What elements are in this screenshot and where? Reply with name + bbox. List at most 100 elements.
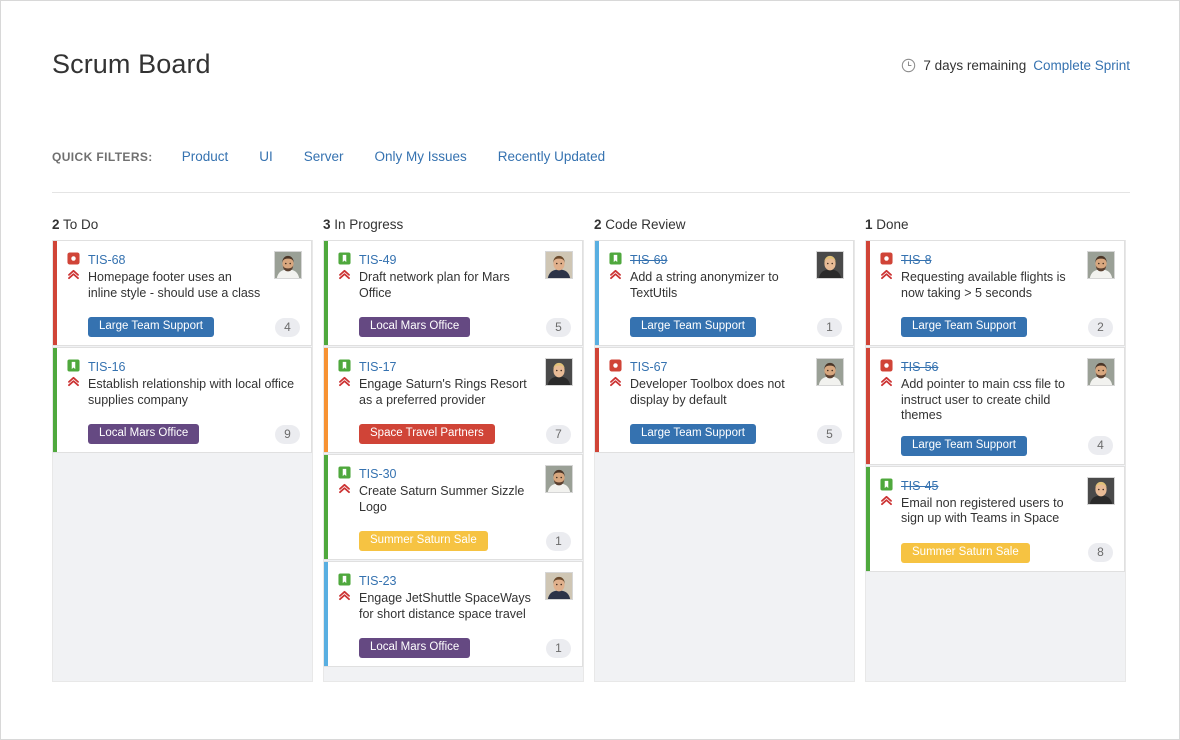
card-icon-stack [608,251,623,281]
story-point-estimate: 1 [817,318,842,337]
avatar[interactable] [545,572,573,600]
card-body: TIS-68Homepage footer uses an inline sty… [57,241,311,345]
issue-key-link[interactable]: TIS-68 [88,252,126,268]
issue-key-link[interactable]: TIS-56 [901,359,939,375]
epic-label[interactable]: Local Mars Office [88,424,199,444]
avatar[interactable] [816,358,844,386]
avatar[interactable] [816,251,844,279]
card-text-block: TIS-56 Add pointer to main css file to in… [901,358,1076,424]
board-column-code-review: 2 Code ReviewTIS-69Add a string anonymiz… [594,209,865,682]
issue-card[interactable]: TIS-17Engage Saturn's Rings Resort as a … [324,347,583,453]
avatar[interactable] [1087,477,1115,505]
quick-filter-product[interactable]: Product [182,149,229,164]
issue-card[interactable]: TIS-45Email non registered users to sign… [866,466,1125,572]
priority-highest-icon [609,375,622,388]
quick-filter-only-my-issues[interactable]: Only My Issues [375,149,467,164]
column-card-list[interactable]: TIS-69Add a string anonymizer to TextUti… [594,240,855,682]
epic-label[interactable]: Large Team Support [901,317,1027,337]
epic-label[interactable]: Summer Saturn Sale [901,543,1030,563]
column-name: Done [873,217,909,232]
avatar[interactable] [545,251,573,279]
issue-card[interactable]: TIS-16 Establish relationship with local … [53,347,312,453]
issue-card[interactable]: TIS-49Draft network plan for Mars Office… [324,240,583,346]
epic-label[interactable]: Space Travel Partners [359,424,495,444]
epic-label[interactable]: Large Team Support [901,436,1027,456]
issue-card[interactable]: TIS-30Create Saturn Summer Sizzle LogoSu… [324,454,583,560]
bug-icon [880,252,893,265]
card-icon-stack [337,251,352,281]
story-point-estimate: 4 [275,318,300,337]
epic-label[interactable]: Large Team Support [630,317,756,337]
avatar[interactable] [545,358,573,386]
issue-key-link[interactable]: TIS-23 [359,573,397,589]
quick-filter-ui[interactable]: UI [259,149,273,164]
epic-label[interactable]: Local Mars Office [359,638,470,658]
story-icon [338,359,351,372]
column-card-list[interactable]: TIS-8Requesting available flights is now… [865,240,1126,682]
avatar[interactable] [1087,251,1115,279]
column-header: 2 Code Review [594,209,855,240]
issue-key-link[interactable]: TIS-30 [359,466,397,482]
column-card-list[interactable]: TIS-68Homepage footer uses an inline sty… [52,240,313,682]
issue-card[interactable]: TIS-56 Add pointer to main css file to in… [866,347,1125,465]
issue-key-link[interactable]: TIS-49 [359,252,397,268]
column-issue-count: 3 [323,217,331,232]
card-body: TIS-45Email non registered users to sign… [870,467,1124,571]
epic-label[interactable]: Summer Saturn Sale [359,531,488,551]
priority-highest-icon [67,375,80,388]
card-body: TIS-16 Establish relationship with local … [57,348,311,452]
column-header: 3 In Progress [323,209,584,240]
days-remaining-text: 7 days remaining [923,58,1026,73]
epic-label[interactable]: Large Team Support [630,424,756,444]
card-text-block: TIS-17Engage Saturn's Rings Resort as a … [359,358,534,408]
board-column-to-do: 2 To Do TIS-68Homepage footer uses an inl… [52,209,323,682]
card-text-block: TIS-49Draft network plan for Mars Office [359,251,534,301]
card-top-row: TIS-23 Engage JetShuttle SpaceWays for sh… [337,572,573,622]
avatar[interactable] [1087,358,1115,386]
avatar[interactable] [274,251,302,279]
priority-highest-icon [880,268,893,281]
card-icon-stack [879,251,894,281]
card-bottom-row: Large Team Support5 [608,424,844,444]
bug-icon [67,252,80,265]
avatar[interactable] [545,465,573,493]
quick-filter-recently-updated[interactable]: Recently Updated [498,149,605,164]
quick-filter-server[interactable]: Server [304,149,344,164]
issue-card[interactable]: TIS-68Homepage footer uses an inline sty… [53,240,312,346]
priority-highest-icon [338,268,351,281]
issue-card[interactable]: TIS-69Add a string anonymizer to TextUti… [595,240,854,346]
column-card-list[interactable]: TIS-49Draft network plan for Mars Office… [323,240,584,682]
issue-key-link[interactable]: TIS-69 [630,252,668,268]
column-issue-count: 2 [594,217,602,232]
epic-label[interactable]: Large Team Support [88,317,214,337]
story-point-estimate: 1 [546,639,571,658]
bug-icon [880,359,893,372]
issue-card[interactable]: TIS-67Developer Toolbox does not display… [595,347,854,453]
priority-highest-icon [338,375,351,388]
epic-label[interactable]: Local Mars Office [359,317,470,337]
issue-key-link[interactable]: TIS-16 [88,359,126,375]
card-body: TIS-56 Add pointer to main css file to in… [870,348,1124,464]
issue-card[interactable]: TIS-8Requesting available flights is now… [866,240,1125,346]
issue-key-link[interactable]: TIS-67 [630,359,668,375]
card-body: TIS-17Engage Saturn's Rings Resort as a … [328,348,582,452]
column-header: 2 To Do [52,209,313,240]
priority-highest-icon [609,268,622,281]
issue-summary: Add pointer to main css file to instruct… [901,377,1076,424]
priority-highest-icon [880,375,893,388]
issue-summary: Engage JetShuttle SpaceWays for short di… [359,591,534,622]
story-icon [338,466,351,479]
card-top-row: TIS-67Developer Toolbox does not display… [608,358,844,408]
issue-key-link[interactable]: TIS-45 [901,478,939,494]
card-text-block: TIS-45Email non registered users to sign… [901,477,1076,527]
issue-key-link[interactable]: TIS-17 [359,359,397,375]
priority-highest-icon [67,268,80,281]
card-bottom-row: Large Team Support4 [879,436,1115,456]
issue-summary: Establish relationship with local office… [88,377,302,408]
complete-sprint-button[interactable]: Complete Sprint [1033,58,1130,73]
issue-key-link[interactable]: TIS-8 [901,252,932,268]
card-text-block: TIS-68Homepage footer uses an inline sty… [88,251,263,301]
card-icon-stack [608,358,623,388]
issue-card[interactable]: TIS-23 Engage JetShuttle SpaceWays for sh… [324,561,583,667]
quick-filters-bar: QUICK FILTERS: Product UI Server Only My… [52,149,1130,164]
